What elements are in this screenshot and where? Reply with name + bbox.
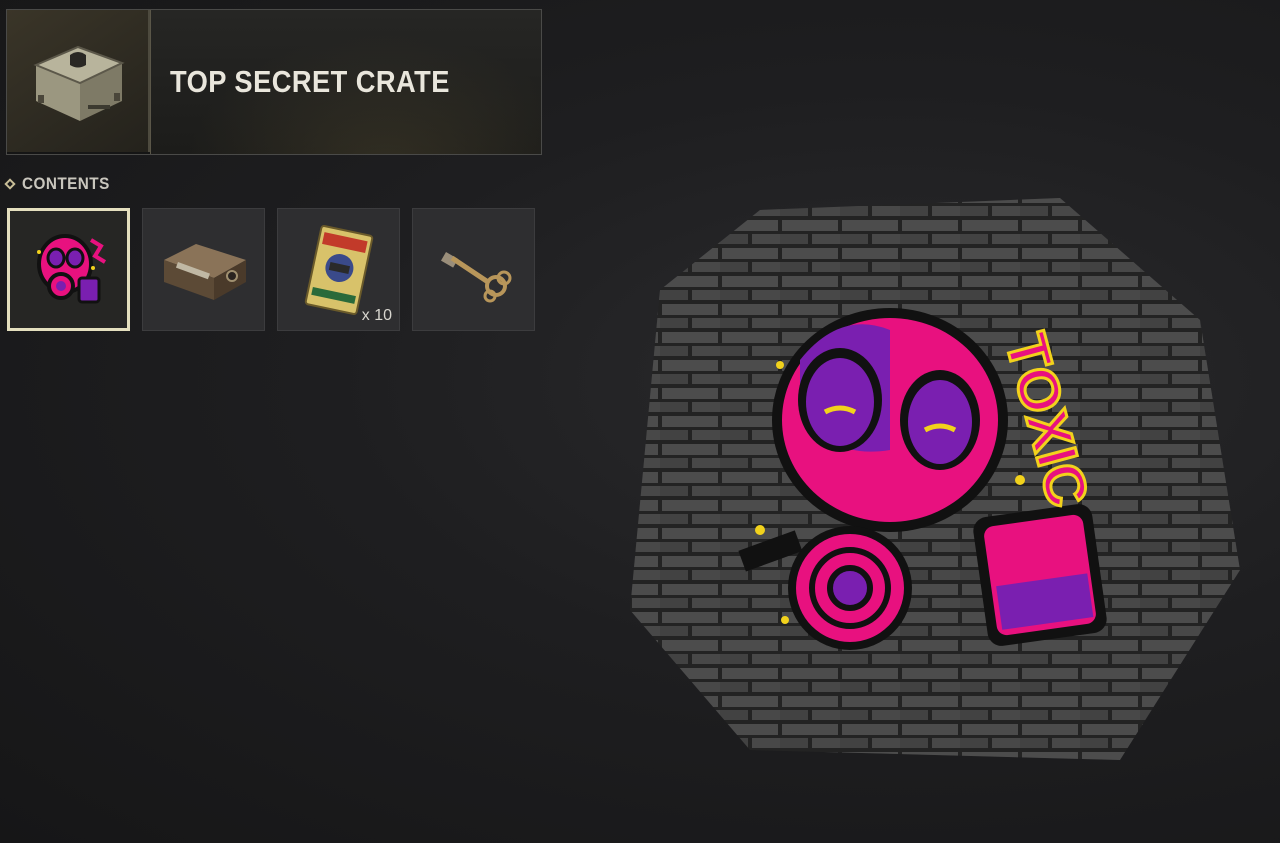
contents-section-label: CONTENTS [4, 174, 120, 194]
crate-title-box: TOP SECRET CRATE [150, 10, 541, 154]
toxic-gas-mask-graffiti-icon: TOXIC [630, 198, 1240, 760]
contents-item-grid: x 10 [7, 208, 535, 331]
gas-mask-spray-icon [36, 233, 106, 303]
diamond-bullet-icon [4, 178, 16, 190]
crate-thumbnail [7, 10, 150, 152]
content-item-key[interactable] [412, 208, 535, 331]
crate-title: TOP SECRET CRATE [170, 64, 450, 99]
item-quantity: x 10 [361, 307, 392, 324]
crate-header: TOP SECRET CRATE [6, 9, 542, 155]
crate-icon [32, 45, 125, 121]
ticket-card-icon [304, 224, 373, 315]
item-preview: TOXIC [600, 190, 1260, 790]
key-icon [440, 251, 511, 302]
content-item-ammo-box[interactable] [142, 208, 265, 331]
ammo-box-icon [163, 243, 246, 300]
content-item-gas-mask-spray[interactable] [7, 208, 130, 331]
content-item-ticket-card[interactable]: x 10 [277, 208, 400, 331]
contents-label: CONTENTS [22, 174, 110, 193]
